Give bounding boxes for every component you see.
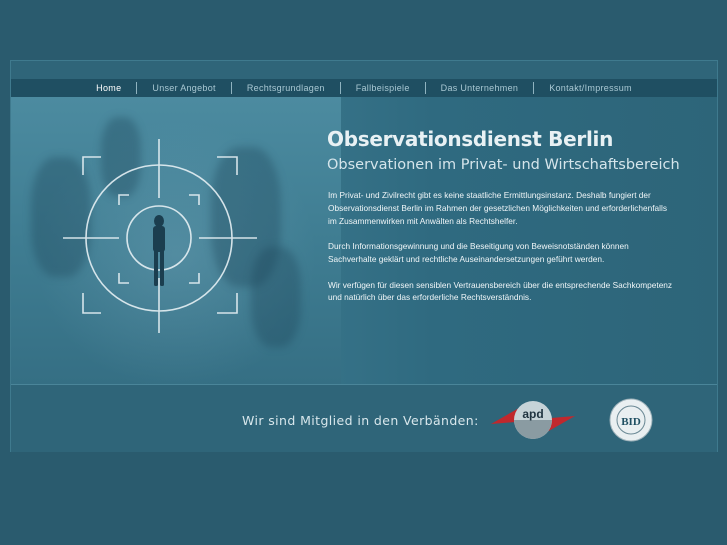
nav-item-fallbeispiele[interactable]: Fallbeispiele <box>341 83 425 93</box>
svg-text:apd: apd <box>522 407 543 421</box>
bid-logo[interactable]: BID <box>609 398 653 447</box>
membership-footer: Wir sind Mitglied in den Verbänden: apd … <box>11 384 717 452</box>
main-nav: Home Unser Angebot Rechtsgrundlagen Fall… <box>11 79 717 97</box>
person-silhouette <box>153 215 165 286</box>
intro-text: Im Privat- und Zivilrecht gibt es keine … <box>328 189 678 317</box>
apd-logo[interactable]: apd <box>491 398 575 447</box>
nav-item-home[interactable]: Home <box>81 83 136 93</box>
nav-item-kontakt-impressum[interactable]: Kontakt/Impressum <box>534 83 647 93</box>
hero-section: Observationsdienst Berlin Observationen … <box>11 97 717 384</box>
top-strip <box>11 61 717 79</box>
nav-item-rechtsgrundlagen[interactable]: Rechtsgrundlagen <box>232 83 340 93</box>
crosshair-icon <box>63 139 257 333</box>
membership-text: Wir sind Mitglied in den Verbänden: <box>242 413 479 428</box>
intro-paragraph: Im Privat- und Zivilrecht gibt es keine … <box>328 190 667 226</box>
page-title: Observationsdienst Berlin <box>327 127 614 151</box>
intro-paragraph: Durch Informationsgewinnung und die Bese… <box>328 241 629 264</box>
page-frame: Home Unser Angebot Rechtsgrundlagen Fall… <box>10 60 718 452</box>
nav-item-unser-angebot[interactable]: Unser Angebot <box>137 83 230 93</box>
nav-item-das-unternehmen[interactable]: Das Unternehmen <box>426 83 534 93</box>
svg-text:BID: BID <box>621 416 641 428</box>
page-subtitle: Observationen im Privat- und Wirtschafts… <box>327 157 680 173</box>
intro-paragraph: Wir verfügen für diesen sensiblen Vertra… <box>328 279 673 303</box>
page-bottom <box>0 452 727 545</box>
